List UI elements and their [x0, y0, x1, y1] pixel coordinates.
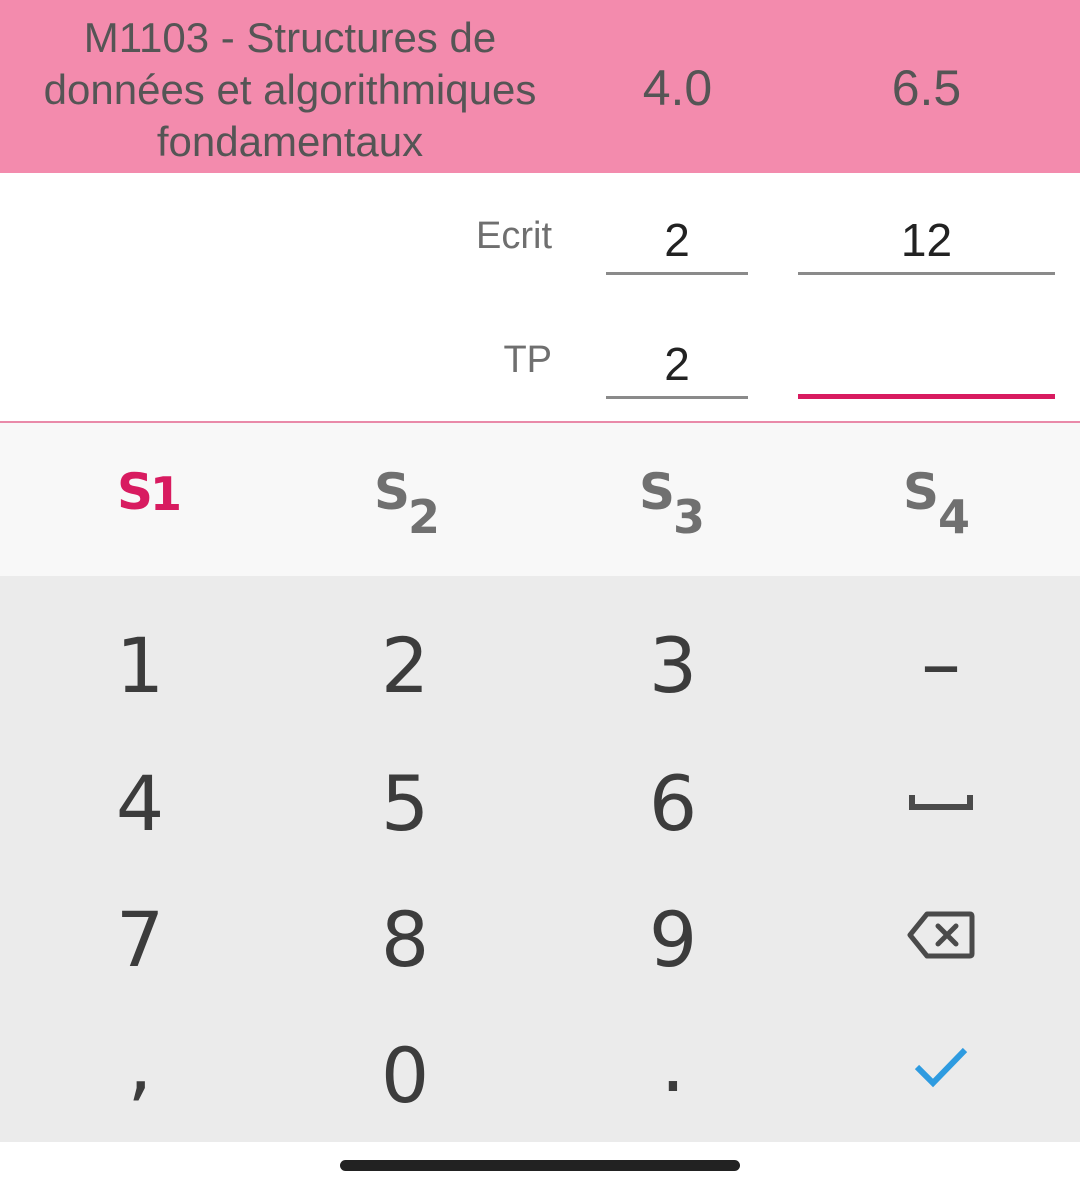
key-0[interactable]: 0 — [270, 1006, 540, 1144]
home-indicator[interactable] — [340, 1160, 740, 1171]
grade-row-tp: TP — [0, 297, 1080, 421]
tab-semester-1[interactable]: S 1 — [5, 423, 275, 576]
key-4[interactable]: 4 — [5, 734, 275, 872]
semester-3-icon: S 3 — [639, 463, 705, 544]
key-done[interactable] — [806, 998, 1076, 1136]
key-7[interactable]: 7 — [5, 870, 275, 1008]
tab-semester-3[interactable]: S 3 — [540, 423, 810, 576]
numeric-keyboard: 1 2 3 – 4 5 6 7 8 9 , 0 . — [0, 576, 1080, 1142]
key-period[interactable]: . — [538, 1017, 808, 1110]
system-nav-bar — [0, 1142, 1080, 1185]
semester-letter: S — [903, 463, 939, 521]
space-bar-icon — [909, 795, 973, 810]
semester-2-icon: S 2 — [374, 463, 440, 544]
mark-field-focused[interactable] — [798, 331, 1055, 399]
semester-number: 1 — [150, 467, 182, 521]
module-average: 6.5 — [891, 60, 962, 116]
key-2[interactable]: 2 — [270, 596, 540, 734]
semester-letter: S — [639, 463, 675, 521]
semester-tabs: S 1 S 2 S 3 S 4 — [0, 423, 1080, 576]
tab-semester-4[interactable]: S 4 — [810, 423, 1080, 576]
coefficient-field[interactable] — [606, 207, 748, 275]
semester-number: 2 — [408, 490, 440, 544]
grade-label: Ecrit — [476, 215, 552, 257]
semester-letter: S — [374, 463, 410, 521]
mark-field[interactable] — [798, 207, 1055, 275]
module-coefficient: 4.0 — [642, 60, 713, 116]
grade-label: TP — [503, 339, 552, 381]
semester-letter: S — [117, 463, 153, 521]
module-header[interactable]: M1103 - Structures de données et algorit… — [0, 0, 1080, 173]
key-backspace[interactable] — [806, 866, 1076, 1004]
checkmark-icon — [914, 1047, 968, 1088]
coefficient-field[interactable] — [606, 331, 748, 399]
key-3[interactable]: 3 — [538, 596, 808, 734]
grade-row-ecrit: Ecrit — [0, 173, 1080, 297]
semester-4-icon: S 4 — [903, 463, 970, 544]
key-6[interactable]: 6 — [538, 734, 808, 872]
semester-number: 4 — [938, 490, 970, 544]
semester-number: 3 — [673, 490, 705, 544]
key-5[interactable]: 5 — [270, 734, 540, 872]
backspace-icon — [907, 911, 975, 959]
key-1[interactable]: 1 — [5, 596, 275, 734]
tab-semester-2[interactable]: S 2 — [270, 423, 540, 576]
key-8[interactable]: 8 — [270, 870, 540, 1008]
key-9[interactable]: 9 — [538, 870, 808, 1008]
module-title: M1103 - Structures de données et algorit… — [43, 14, 537, 165]
key-comma[interactable]: , — [5, 1017, 275, 1110]
semester-1-icon: S 1 — [117, 463, 182, 521]
key-minus[interactable]: – — [806, 594, 1076, 732]
key-space[interactable] — [806, 734, 1076, 872]
